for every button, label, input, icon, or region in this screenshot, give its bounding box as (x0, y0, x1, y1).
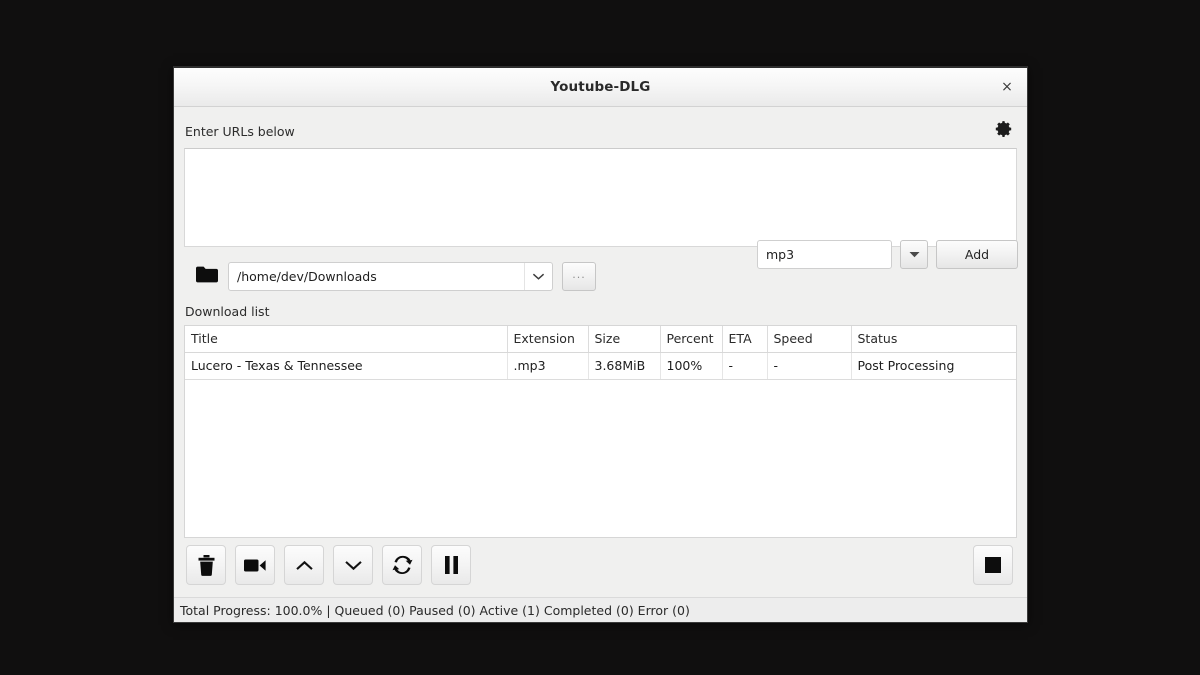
path-row: /home/dev/Downloads ... (184, 261, 1017, 291)
chevron-up-icon (295, 560, 313, 570)
chevron-down-icon[interactable] (524, 262, 552, 290)
table-row[interactable]: Lucero - Texas & Tennessee .mp3 3.68MiB … (185, 352, 1016, 380)
window-body: Enter URLs below /home/dev/Downloads ...… (174, 107, 1027, 597)
gear-icon[interactable] (995, 120, 1013, 142)
video-button[interactable] (235, 545, 275, 585)
status-bar: Total Progress: 100.0% | Queued (0) Paus… (174, 597, 1027, 622)
cell-extension: .mp3 (507, 352, 589, 380)
cell-percent: 100% (660, 352, 723, 380)
folder-icon (196, 266, 218, 287)
stop-button[interactable] (973, 545, 1013, 585)
window-title: Youtube-DLG (550, 79, 651, 95)
download-list-label: Download list (185, 304, 270, 319)
download-list-panel[interactable]: Title Extension Size Percent ETA Speed S… (184, 325, 1017, 538)
column-header-status[interactable]: Status (851, 326, 1016, 353)
download-path-value: /home/dev/Downloads (237, 268, 377, 284)
cell-status: Post Processing (851, 352, 1016, 380)
download-path-combo[interactable]: /home/dev/Downloads (228, 261, 553, 291)
column-header-eta[interactable]: ETA (722, 326, 768, 353)
reload-button[interactable] (382, 545, 422, 585)
pause-button[interactable] (431, 545, 471, 585)
add-button[interactable]: Add (936, 240, 1018, 269)
refresh-icon (392, 555, 412, 575)
table-header-row: Title Extension Size Percent ETA Speed S… (185, 326, 1016, 353)
app-window: Youtube-DLG × Enter URLs below /home/dev… (173, 66, 1028, 623)
browse-button[interactable]: ... (562, 261, 596, 291)
pause-icon (444, 556, 458, 574)
cell-eta: - (722, 352, 768, 380)
stop-square-icon (985, 557, 1001, 573)
column-header-title[interactable]: Title (185, 326, 508, 353)
triangle-down-icon (909, 252, 919, 258)
download-table: Title Extension Size Percent ETA Speed S… (185, 326, 1016, 380)
close-icon[interactable]: × (998, 78, 1016, 96)
cell-title: Lucero - Texas & Tennessee (185, 352, 508, 380)
camcorder-icon (244, 559, 266, 571)
column-header-percent[interactable]: Percent (660, 326, 723, 353)
format-dropdown-button[interactable] (900, 240, 928, 269)
urls-label: Enter URLs below (185, 124, 295, 139)
column-header-speed[interactable]: Speed (767, 326, 852, 353)
column-header-extension[interactable]: Extension (507, 326, 589, 353)
urls-textarea[interactable] (184, 148, 1017, 247)
title-bar: Youtube-DLG × (174, 68, 1027, 107)
column-header-size[interactable]: Size (588, 326, 661, 353)
chevron-down-icon (344, 560, 362, 570)
urls-header: Enter URLs below (184, 107, 1017, 142)
action-toolbar (184, 545, 1017, 585)
move-down-button[interactable] (333, 545, 373, 585)
status-text: Total Progress: 100.0% | Queued (0) Paus… (180, 602, 690, 618)
format-field[interactable]: mp3 (757, 240, 892, 269)
cell-speed: - (767, 352, 852, 380)
trash-icon (198, 554, 214, 576)
move-up-button[interactable] (284, 545, 324, 585)
delete-button[interactable] (186, 545, 226, 585)
cell-size: 3.68MiB (588, 352, 661, 380)
